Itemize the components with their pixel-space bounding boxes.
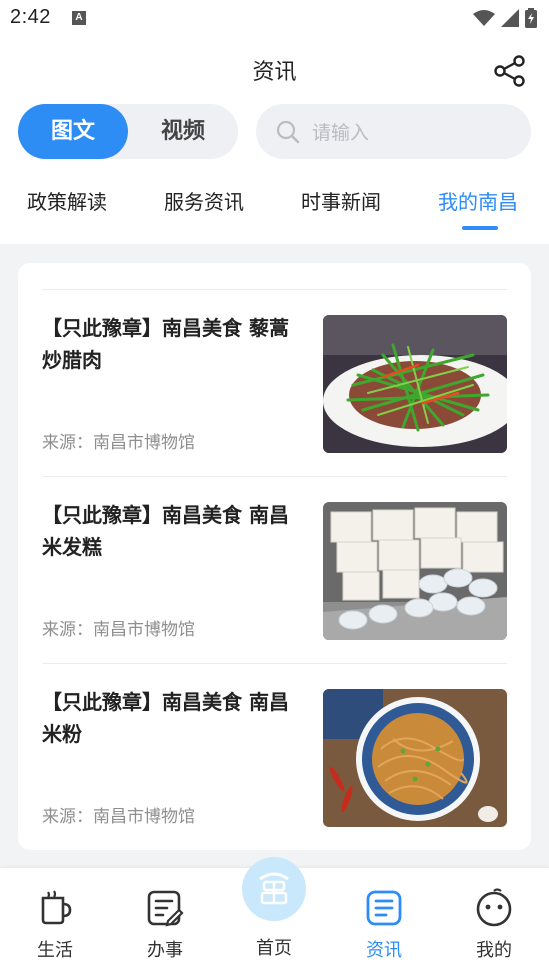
- nav-label: 我的: [476, 940, 512, 961]
- battery-icon: [525, 8, 537, 28]
- segment-video[interactable]: 视频: [128, 104, 238, 159]
- nav-home[interactable]: [242, 857, 306, 921]
- tab-policy[interactable]: 政策解读: [27, 186, 107, 215]
- news-list-icon: [366, 890, 402, 926]
- article-source: 来源：南昌市博物馆: [42, 807, 195, 827]
- article-source: 来源：南昌市博物馆: [42, 433, 195, 453]
- article-title: 【只此豫章】南昌美食 南昌米发糕: [42, 503, 289, 559]
- nav-label: 资讯: [366, 940, 402, 961]
- article-thumbnail: [323, 689, 507, 827]
- tab-services[interactable]: 服务资讯: [164, 186, 244, 215]
- article-title: 【只此豫章】南昌美食 南昌米粉: [42, 690, 289, 746]
- search-placeholder: 请输入: [312, 122, 370, 144]
- smiley-face-icon: [476, 888, 512, 927]
- status-time: 2:42: [10, 6, 51, 28]
- search-icon: [276, 120, 300, 143]
- nav-label: 生活: [37, 940, 73, 961]
- notification-icon: A: [72, 11, 86, 25]
- signal-icon: [501, 9, 519, 27]
- edit-document-icon: [147, 890, 184, 927]
- share-button[interactable]: [492, 54, 528, 88]
- nav-services[interactable]: 办事: [110, 868, 220, 977]
- article-thumbnail: [323, 502, 507, 640]
- active-tab-indicator: [462, 226, 498, 230]
- home-logo-icon: [259, 872, 289, 905]
- segment-image-text[interactable]: 图文: [18, 104, 128, 159]
- status-icons: [473, 8, 537, 28]
- tab-news[interactable]: 时事新闻: [301, 186, 381, 215]
- article-item[interactable]: 【只此豫章】南昌美食 南昌米发糕 来源：南昌市博物馆: [42, 477, 507, 664]
- search-input[interactable]: 请输入: [256, 104, 531, 159]
- nav-mine[interactable]: 我的: [439, 868, 549, 977]
- article-thumbnail: [323, 315, 507, 453]
- page-title: 资讯: [252, 60, 297, 85]
- article-list: 【只此豫章】南昌美食 藜蒿炒腊肉 来源：南昌市博物馆 【只此豫章】南昌美食 南昌…: [18, 263, 531, 850]
- article-title: 【只此豫章】南昌美食 藜蒿炒腊肉: [42, 316, 289, 372]
- nav-label: 办事: [147, 940, 183, 961]
- tab-my-nanchang[interactable]: 我的南昌: [438, 186, 518, 215]
- article-item[interactable]: 【只此豫章】南昌美食 藜蒿炒腊肉 来源：南昌市博物馆: [42, 290, 507, 477]
- nav-news[interactable]: 资讯: [329, 868, 439, 977]
- status-bar: 2:42 A: [0, 0, 549, 38]
- coffee-cup-icon: [41, 890, 72, 925]
- wifi-icon: [473, 10, 495, 26]
- content-type-switch: 图文 视频: [18, 104, 238, 159]
- nav-home-label: 首页: [256, 938, 292, 959]
- article-item[interactable]: 【只此豫章】南昌美食 南昌米粉 来源：南昌市博物馆: [42, 664, 507, 850]
- share-icon: [494, 55, 525, 87]
- article-source: 来源：南昌市博物馆: [42, 620, 195, 640]
- nav-life[interactable]: 生活: [0, 868, 110, 977]
